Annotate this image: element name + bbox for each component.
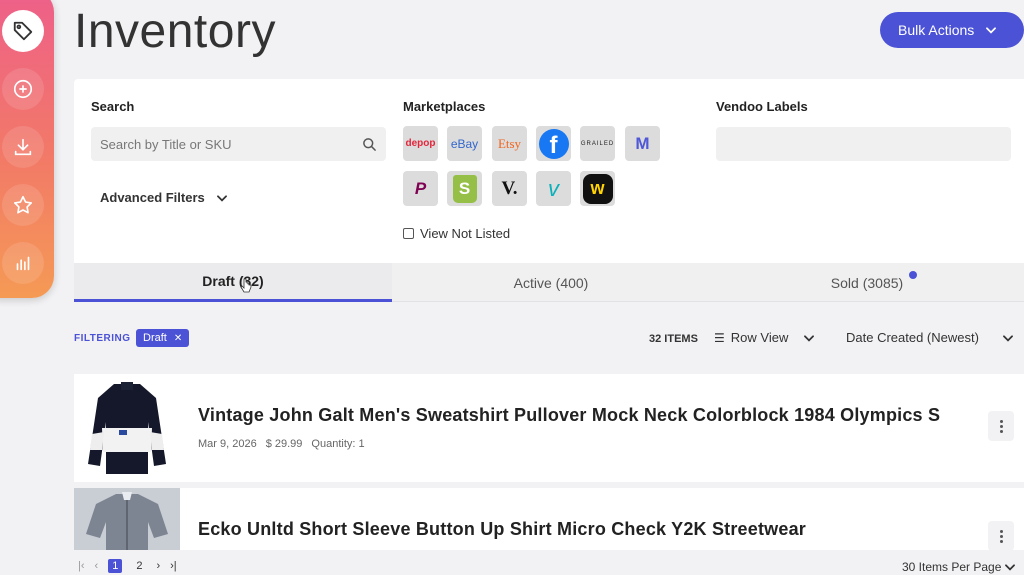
depop-logo-text: depop [405, 138, 436, 149]
status-tabs: Draft (32) Active (400) Sold (3085) [74, 263, 1024, 302]
whatnot-icon: w [582, 173, 613, 204]
tab-draft[interactable]: Draft (32) [74, 263, 392, 302]
page-1-button[interactable]: 1 [108, 559, 123, 573]
chevron-down-icon[interactable] [802, 331, 816, 345]
row-view-label: Row View [730, 330, 789, 345]
poshmark-logo-text: P [414, 178, 427, 198]
marketplace-facebook[interactable]: f [536, 126, 571, 161]
facebook-icon: f [538, 128, 569, 159]
marketplace-ebay[interactable]: eBay [447, 126, 482, 161]
close-icon[interactable]: ✕ [174, 333, 182, 344]
first-page-button[interactable]: |‹ [78, 560, 85, 572]
kebab-icon [999, 419, 1003, 423]
tag-icon [13, 21, 33, 41]
view-not-listed-label: View Not Listed [420, 226, 511, 241]
page-title: Inventory [74, 5, 276, 58]
chevron-down-icon[interactable] [1001, 331, 1015, 345]
chevron-down-icon [216, 194, 227, 202]
ebay-logo-text: eBay [450, 136, 479, 151]
filter-panel: Search Advanced Filters Marketplaces dep… [74, 79, 1024, 263]
sidebar-item-favorites[interactable] [2, 184, 44, 226]
search-label: Search [91, 99, 135, 114]
items-per-page-dropdown[interactable]: 30 Items Per Page [902, 560, 1017, 574]
last-page-button[interactable]: ›| [170, 560, 177, 572]
listing-price: $ 29.99 [265, 438, 303, 450]
listing-quantity: Quantity: 1 [311, 438, 365, 450]
sort-dropdown[interactable]: Date Created (Newest) [846, 330, 979, 345]
more-options-button[interactable] [988, 521, 1014, 550]
items-per-page-label: 30 Items Per Page [902, 560, 1002, 574]
tab-sold[interactable]: Sold (3085) [710, 263, 1024, 302]
sidebar-item-inventory[interactable] [2, 10, 44, 52]
marketplace-vinted[interactable]: v [536, 171, 571, 206]
filter-chip-label: Draft [143, 332, 167, 344]
marketplace-whatnot[interactable]: w [580, 171, 615, 206]
mercari-logo-text: M [635, 133, 650, 153]
bulk-actions-label: Bulk Actions [898, 22, 975, 38]
sidebar [0, 0, 54, 298]
bulk-actions-button[interactable]: Bulk Actions [880, 12, 1024, 48]
advanced-filters-toggle[interactable]: Advanced Filters [100, 190, 229, 205]
marketplace-vestiaire[interactable]: V. [492, 171, 527, 206]
vinted-logo-text: v [548, 175, 559, 201]
prev-page-button[interactable]: ‹ [95, 560, 99, 572]
filter-chip-draft[interactable]: Draft ✕ [136, 329, 190, 347]
download-icon [14, 138, 32, 156]
listing-thumbnail[interactable] [74, 488, 180, 550]
checkbox-box[interactable] [403, 228, 414, 239]
shopify-icon: S [452, 174, 477, 203]
bar-chart-icon [16, 256, 30, 271]
tab-active[interactable]: Active (400) [392, 263, 710, 302]
notification-dot [909, 271, 917, 279]
view-not-listed-checkbox[interactable]: View Not Listed [403, 226, 510, 241]
marketplace-grailed[interactable]: GRAILED [580, 126, 615, 161]
sidebar-item-import[interactable] [2, 126, 44, 168]
list-view-icon: ☰ [714, 330, 725, 345]
listing-title[interactable]: Vintage John Galt Men's Sweatshirt Pullo… [198, 405, 940, 426]
grailed-logo-text: GRAILED [580, 140, 615, 147]
sweatshirt-image [74, 374, 180, 482]
chevron-down-icon [986, 27, 997, 34]
listing-meta: Mar 9, 2026 $ 29.99 Quantity: 1 [198, 438, 365, 450]
listing-row[interactable]: Ecko Unltd Short Sleeve Button Up Shirt … [74, 488, 1024, 550]
listing-date: Mar 9, 2026 [198, 438, 257, 450]
mouse-pointer-icon [240, 278, 252, 293]
marketplace-shopify[interactable]: S [447, 171, 482, 206]
more-options-button[interactable] [988, 411, 1014, 441]
marketplace-mercari[interactable]: M [625, 126, 660, 161]
marketplaces-label: Marketplaces [403, 99, 486, 114]
pagination: |‹ ‹ 1 2 › ›| [78, 559, 177, 573]
listing-row[interactable]: Vintage John Galt Men's Sweatshirt Pullo… [74, 374, 1024, 482]
advanced-filters-label: Advanced Filters [100, 190, 205, 205]
listing-title[interactable]: Ecko Unltd Short Sleeve Button Up Shirt … [198, 519, 806, 540]
etsy-logo-text: Etsy [497, 135, 522, 151]
plus-circle-icon [13, 79, 33, 99]
next-page-button[interactable]: › [156, 560, 160, 572]
vestiaire-logo-text: V. [501, 177, 518, 199]
shirt-image [74, 488, 180, 550]
row-view-dropdown[interactable]: ☰ Row View [714, 330, 788, 345]
marketplace-poshmark[interactable]: P [403, 171, 438, 206]
vendoo-labels-select[interactable] [716, 127, 1011, 161]
sidebar-item-analytics[interactable] [2, 242, 44, 284]
marketplace-etsy[interactable]: Etsy [492, 126, 527, 161]
sidebar-item-create[interactable] [2, 68, 44, 110]
items-count: 32 ITEMS [649, 333, 698, 345]
filtering-label: FILTERING [74, 333, 131, 344]
star-icon [13, 195, 33, 214]
page-2-button[interactable]: 2 [132, 559, 146, 573]
vendoo-labels-label: Vendoo Labels [716, 99, 808, 114]
listing-thumbnail[interactable] [74, 374, 180, 482]
search-icon[interactable] [362, 137, 377, 152]
marketplace-depop[interactable]: depop [403, 126, 438, 161]
chevron-down-icon [1005, 564, 1016, 571]
search-input[interactable] [91, 127, 386, 161]
kebab-icon [999, 529, 1003, 533]
